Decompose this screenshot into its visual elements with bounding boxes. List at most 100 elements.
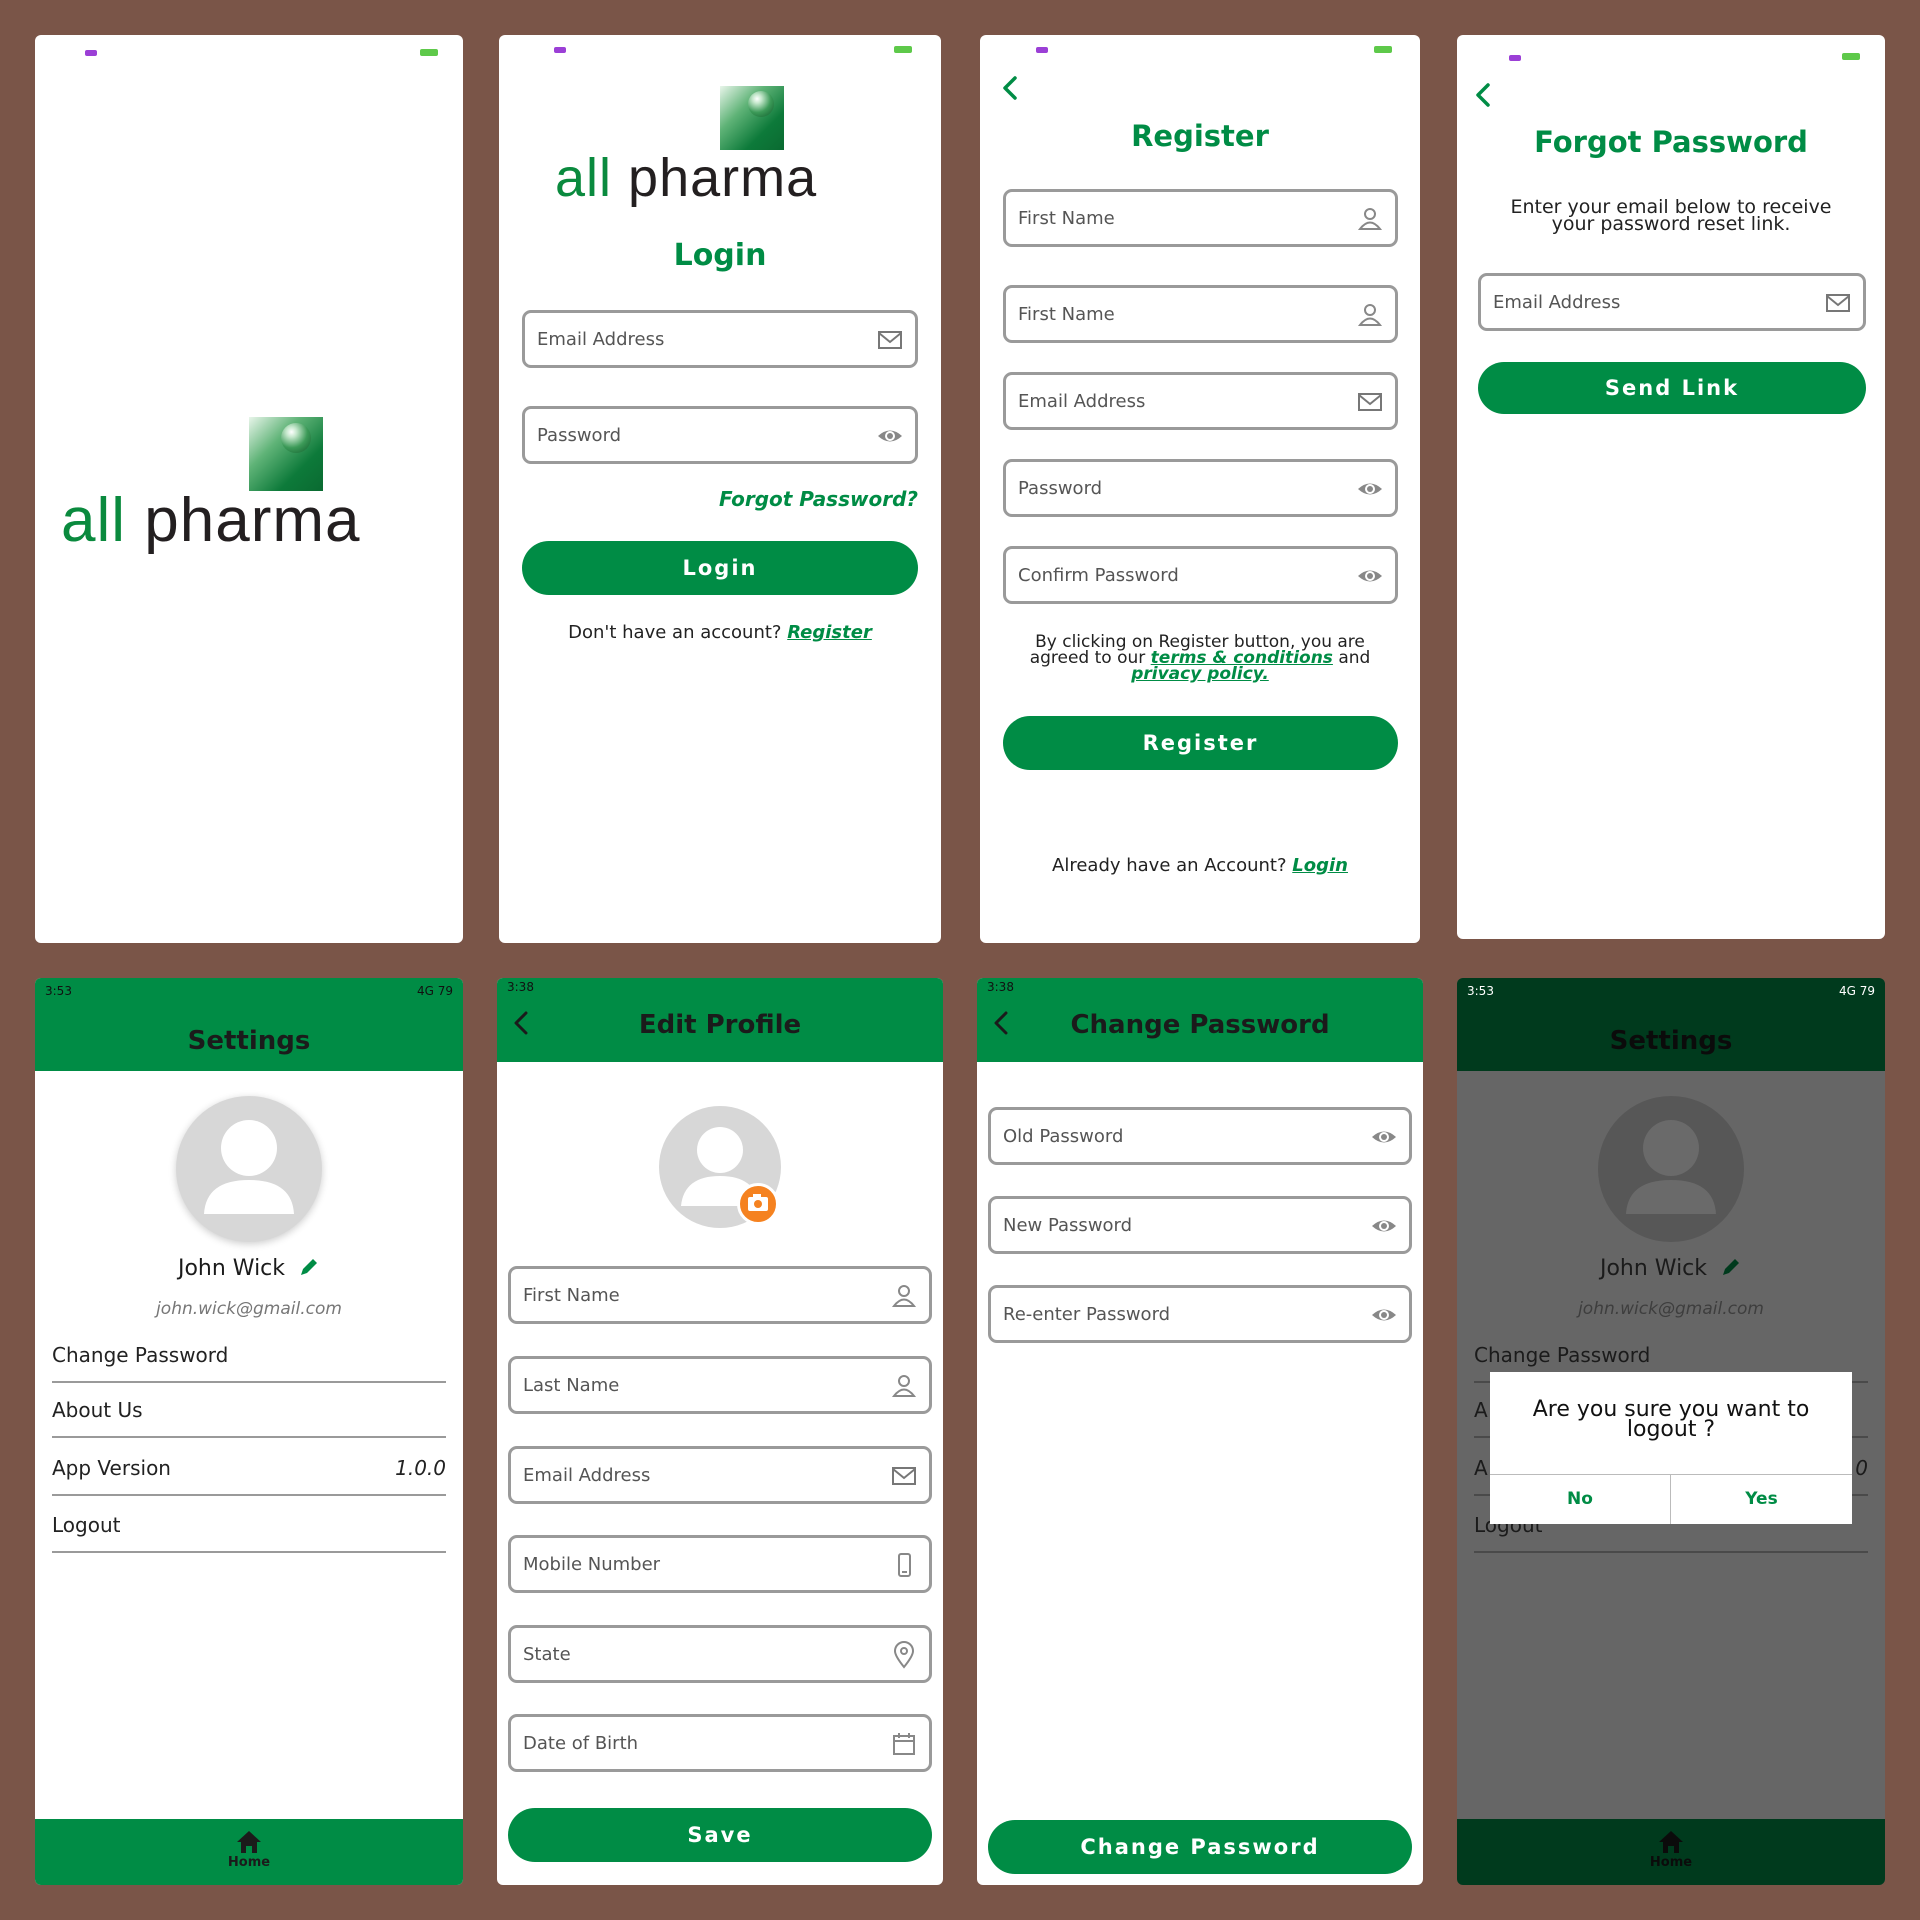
register-prompt: Don't have an account? Register: [568, 622, 872, 643]
logo-wordmark: all pharma: [61, 486, 361, 555]
change-password-screen: 3:38 Change Password Old Password New Pa…: [977, 978, 1423, 1885]
eye-icon[interactable]: [1369, 1211, 1399, 1241]
splash-screen: all pharma: [35, 35, 463, 943]
register-link[interactable]: Register: [787, 622, 872, 643]
change-password-button[interactable]: Change Password: [988, 1820, 1412, 1874]
page-title: Change Password: [1070, 1010, 1330, 1040]
status-indicator: [85, 50, 97, 56]
logo-cube-icon: [720, 86, 784, 150]
old-password-input[interactable]: Old Password: [988, 1107, 1412, 1165]
app-header: 3:53 4G 79 Settings: [1457, 978, 1885, 1071]
home-icon: [1659, 1831, 1683, 1853]
forgot-password-screen: Forgot Password Enter your email below t…: [1457, 35, 1885, 939]
dialog-yes-button[interactable]: Yes: [1671, 1474, 1852, 1524]
menu-item-app-version: App Version 1.0.0: [52, 1456, 446, 1496]
confirm-password-input[interactable]: Confirm Password: [1003, 546, 1398, 604]
menu-item-change-password[interactable]: Change Password: [52, 1343, 446, 1383]
profile-name: John Wick: [35, 1256, 463, 1281]
page-title: Settings: [187, 1026, 311, 1056]
last-name-input[interactable]: Last Name: [508, 1356, 932, 1414]
mobile-number-input[interactable]: Mobile Number: [508, 1535, 932, 1593]
mobile-number-placeholder: Mobile Number: [523, 1554, 661, 1575]
status-indicator: [1509, 55, 1521, 61]
date-of-birth-input[interactable]: Date of Birth: [508, 1714, 932, 1772]
person-icon: [1357, 304, 1383, 326]
terms-text: By clicking on Register button, you are …: [1029, 632, 1371, 684]
email-placeholder: Email Address: [1018, 391, 1146, 412]
forgot-description: Enter your email below to receive your p…: [1510, 196, 1832, 235]
password-input[interactable]: Password: [1003, 459, 1398, 517]
status-bar: 3:38: [507, 980, 534, 994]
email-input[interactable]: Email Address: [522, 310, 918, 368]
first-name-input[interactable]: First Name: [508, 1266, 932, 1324]
send-link-button[interactable]: Send Link: [1478, 362, 1866, 414]
new-password-input[interactable]: New Password: [988, 1196, 1412, 1254]
edit-profile-screen: 3:38 Edit Profile First Name Last Name E…: [497, 978, 943, 1885]
app-header: 3:53 4G 79 Settings: [35, 978, 463, 1071]
status-bar: 3:53 4G 79: [45, 984, 453, 998]
page-title: Register: [1131, 119, 1269, 153]
app-header: 3:38 Edit Profile: [497, 978, 943, 1062]
person-silhouette-icon: [1626, 1120, 1716, 1214]
email-input[interactable]: Email Address: [1478, 273, 1866, 331]
bottom-nav: Home: [35, 1819, 463, 1885]
back-arrow-icon[interactable]: [1471, 80, 1497, 110]
person-silhouette-icon: [204, 1120, 294, 1214]
email-placeholder: Email Address: [1493, 292, 1621, 313]
menu-item-logout[interactable]: Logout: [52, 1513, 446, 1553]
back-arrow-icon[interactable]: [998, 73, 1024, 103]
eye-icon[interactable]: [875, 421, 905, 451]
camera-button[interactable]: [737, 1183, 779, 1225]
camera-icon: [748, 1194, 768, 1211]
pencil-icon[interactable]: [298, 1256, 320, 1278]
bottom-nav: Home: [1457, 1819, 1885, 1885]
forgot-password-link[interactable]: Forgot Password?: [719, 487, 918, 511]
profile-email: john.wick@gmail.com: [156, 1299, 342, 1319]
page-title: Edit Profile: [638, 1010, 802, 1040]
person-icon: [1357, 208, 1383, 230]
privacy-link[interactable]: privacy policy.: [1131, 664, 1269, 684]
logout-dialog-screen: 3:53 4G 79 Settings John Wick john.wick@…: [1457, 978, 1885, 1885]
nav-home: Home: [1457, 1829, 1885, 1870]
register-button[interactable]: Register: [1003, 716, 1398, 770]
location-pin-icon: [893, 1641, 915, 1669]
profile-name: John Wick: [1457, 1256, 1885, 1281]
email-input[interactable]: Email Address: [508, 1446, 932, 1504]
eye-icon[interactable]: [1369, 1122, 1399, 1152]
reenter-password-input[interactable]: Re-enter Password: [988, 1285, 1412, 1343]
status-indicator: [554, 47, 566, 53]
save-button[interactable]: Save: [508, 1808, 932, 1862]
dialog-no-button[interactable]: No: [1490, 1474, 1670, 1524]
old-password-placeholder: Old Password: [1003, 1126, 1124, 1147]
password-placeholder: Password: [1018, 478, 1103, 499]
eye-icon[interactable]: [1355, 561, 1385, 591]
first-name-placeholder: First Name: [1018, 208, 1115, 229]
second-name-input[interactable]: First Name: [1003, 285, 1398, 343]
login-button[interactable]: Login: [522, 541, 918, 595]
reenter-password-placeholder: Re-enter Password: [1003, 1304, 1171, 1325]
avatar: [176, 1096, 322, 1242]
first-name-input[interactable]: First Name: [1003, 189, 1398, 247]
battery-icon: [1842, 53, 1860, 60]
battery-icon: [894, 46, 912, 53]
page-title: Settings: [1609, 1026, 1733, 1056]
last-name-placeholder: Last Name: [523, 1375, 620, 1396]
mail-icon: [1358, 393, 1382, 411]
email-placeholder: Email Address: [523, 1465, 651, 1486]
pencil-icon: [1723, 1259, 1740, 1275]
eye-icon[interactable]: [1369, 1300, 1399, 1330]
login-link[interactable]: Login: [1292, 855, 1348, 876]
home-icon: [237, 1831, 261, 1853]
page-title: Login: [673, 238, 767, 273]
login-screen: all pharma Login Email Address Password …: [499, 35, 941, 943]
logo-cube-icon: [249, 417, 323, 491]
person-icon: [891, 1375, 917, 1397]
password-input[interactable]: Password: [522, 406, 918, 464]
login-prompt: Already have an Account? Login: [1052, 855, 1348, 876]
nav-home[interactable]: Home: [35, 1829, 463, 1870]
eye-icon[interactable]: [1355, 474, 1385, 504]
menu-item-about-us[interactable]: About Us: [52, 1398, 446, 1438]
email-input[interactable]: Email Address: [1003, 372, 1398, 430]
battery-icon: [420, 49, 438, 56]
state-input[interactable]: State: [508, 1625, 932, 1683]
